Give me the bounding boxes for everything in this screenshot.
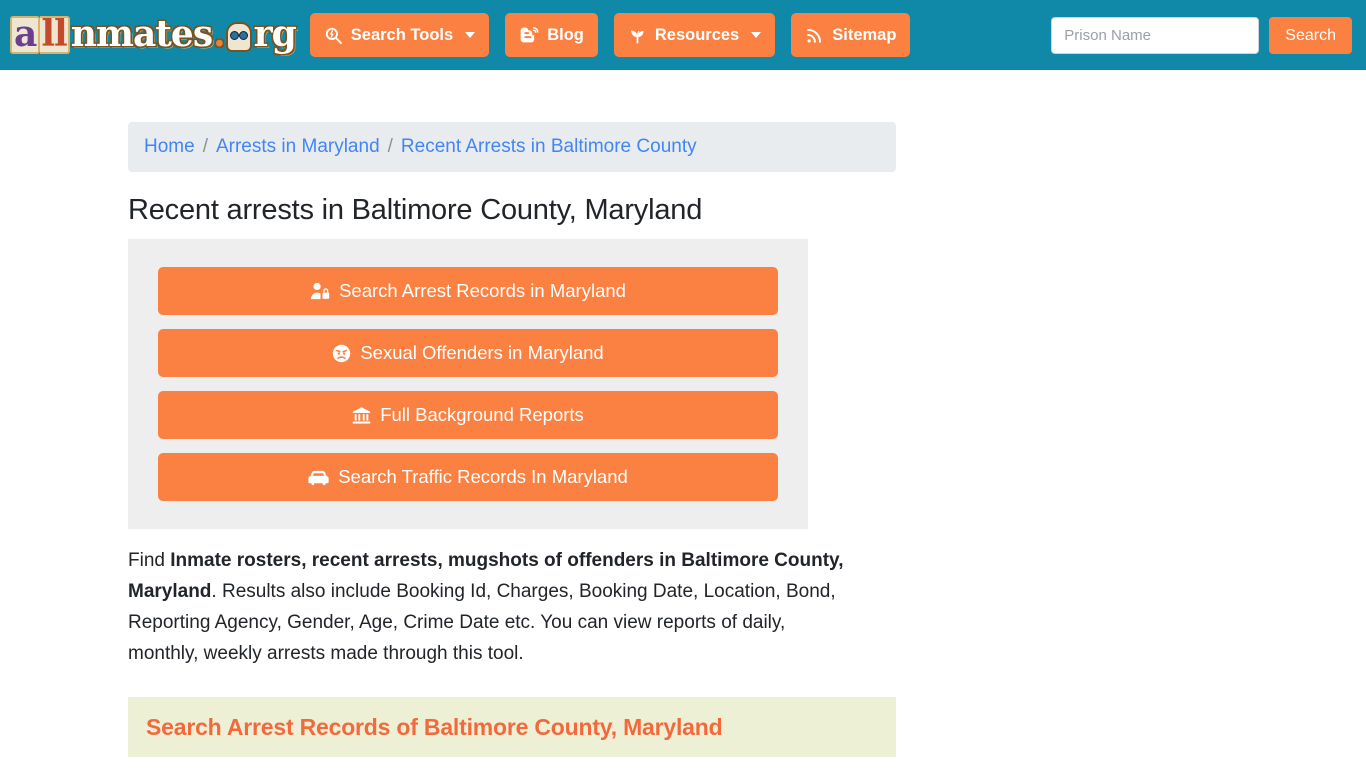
nav-search-tools[interactable]: Search Tools xyxy=(309,13,490,57)
site-logo[interactable]: a ll nmates. rg xyxy=(10,11,297,59)
breadcrumb: Home / Arrests in Maryland / Recent Arre… xyxy=(128,122,896,172)
full-background-reports-button[interactable]: Full Background Reports xyxy=(158,391,778,439)
content-container: Home / Arrests in Maryland / Recent Arre… xyxy=(128,122,896,757)
nav-sitemap[interactable]: Sitemap xyxy=(791,13,911,57)
breadcrumb-item-recent-arrests[interactable]: Recent Arrests in Baltimore County xyxy=(401,136,697,158)
search-traffic-records-label: Search Traffic Records In Maryland xyxy=(338,466,628,487)
site-header: a ll nmates. rg Search Tools Blog Resour… xyxy=(0,0,1366,70)
page-content: Home / Arrests in Maryland / Recent Arre… xyxy=(0,122,1366,757)
header-search-form: Search xyxy=(1051,17,1352,54)
nav-resources-label: Resources xyxy=(654,25,740,44)
landmark-icon xyxy=(352,406,371,425)
nav-search-tools-label: Search Tools xyxy=(350,25,454,44)
logo-letter-a: a xyxy=(10,16,41,54)
full-background-reports-label: Full Background Reports xyxy=(380,404,584,425)
paragraph-rest: . Results also include Booking Id, Charg… xyxy=(128,581,836,664)
blogger-icon xyxy=(519,25,539,45)
main-navigation: Search Tools Blog Resources Sitemap xyxy=(309,13,911,57)
logo-dot: . xyxy=(213,13,226,56)
action-buttons-panel: Search Arrest Records in Maryland Sexual… xyxy=(128,239,808,529)
page-title: Recent arrests in Baltimore County, Mary… xyxy=(128,194,703,226)
nav-blog-label: Blog xyxy=(547,25,584,44)
angry-face-icon xyxy=(332,344,351,363)
seedling-icon xyxy=(628,26,647,45)
nav-resources[interactable]: Resources xyxy=(613,13,776,57)
breadcrumb-item-arrests-in-maryland[interactable]: Arrests in Maryland xyxy=(216,136,380,158)
nav-sitemap-label: Sitemap xyxy=(832,25,897,44)
logo-text: a ll nmates. rg xyxy=(10,13,297,56)
chevron-down-icon xyxy=(465,32,476,38)
search-input[interactable] xyxy=(1051,17,1260,54)
car-icon xyxy=(308,469,329,486)
user-lock-icon xyxy=(310,282,330,300)
breadcrumb-item-home[interactable]: Home xyxy=(144,136,195,158)
search-arrest-records-label: Search Arrest Records in Maryland xyxy=(339,280,626,301)
search-arrest-records-button[interactable]: Search Arrest Records in Maryland xyxy=(158,267,778,315)
sexual-offenders-button[interactable]: Sexual Offenders in Maryland xyxy=(158,329,778,377)
nav-blog[interactable]: Blog xyxy=(505,13,598,57)
paragraph-lead: Find xyxy=(128,550,171,571)
sexual-offenders-label: Sexual Offenders in Maryland xyxy=(360,342,604,363)
logo-letters-ll: ll xyxy=(40,16,70,54)
logo-word-rg: rg xyxy=(253,13,297,56)
breadcrumb-separator: / xyxy=(387,136,393,157)
search-traffic-records-button[interactable]: Search Traffic Records In Maryland xyxy=(158,453,778,501)
chevron-down-icon xyxy=(751,32,762,38)
search-submit-button[interactable]: Search xyxy=(1269,17,1352,54)
search-icon xyxy=(324,26,343,45)
section-banner: Search Arrest Records of Baltimore Count… xyxy=(128,697,896,757)
skull-icon xyxy=(225,22,252,53)
rss-icon xyxy=(805,26,824,45)
section-heading: Search Arrest Records of Baltimore Count… xyxy=(146,713,723,740)
intro-paragraph: Find Inmate rosters, recent arrests, mug… xyxy=(128,545,844,669)
breadcrumb-separator: / xyxy=(202,136,208,157)
logo-word-inmates: nmates xyxy=(70,13,213,56)
